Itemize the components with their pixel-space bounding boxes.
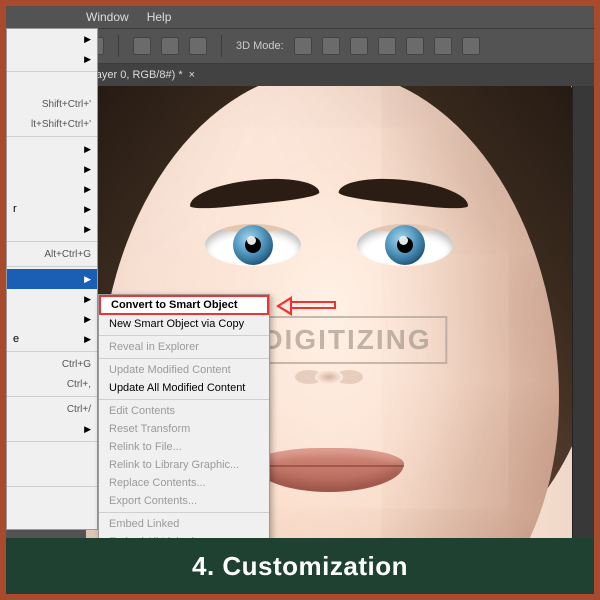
mode-icon-1[interactable] (294, 37, 312, 55)
menu-separator (7, 441, 97, 442)
menu-item[interactable]: Ctrl+/ (7, 399, 97, 419)
menu-embed-linked: Embed Linked (99, 515, 269, 533)
menu-item[interactable] (7, 74, 97, 94)
menu-separator (7, 71, 97, 72)
menu-item[interactable]: ▶ (7, 49, 97, 69)
menu-edit-contents: Edit Contents (99, 402, 269, 420)
menu-separator (99, 399, 269, 400)
menu-separator (99, 358, 269, 359)
menu-export-contents: Export Contents... (99, 492, 269, 510)
mode-icon-5[interactable] (406, 37, 424, 55)
menu-item[interactable] (7, 464, 97, 484)
menu-separator (7, 136, 97, 137)
opt-icon-3[interactable] (161, 37, 179, 55)
right-panel-strip[interactable] (572, 86, 594, 594)
menu-reveal-in-explorer: Reveal in Explorer (99, 338, 269, 356)
menu-item[interactable] (7, 489, 97, 509)
callout-arrow-icon (276, 296, 336, 316)
menu-replace-contents: Replace Contents... (99, 474, 269, 492)
menu-item[interactable]: ▶ (7, 29, 97, 49)
menu-separator (7, 486, 97, 487)
menu-separator (99, 512, 269, 513)
mode-icon-7[interactable] (462, 37, 480, 55)
menu-separator (99, 335, 269, 336)
document-tab[interactable]: (Layer 0, RGB/8#) * (86, 69, 183, 81)
menu-reset-transform: Reset Transform (99, 420, 269, 438)
menu-convert-to-smart-object[interactable]: Convert to Smart Object (99, 295, 269, 315)
menu-item[interactable]: Alt+Ctrl+G (7, 244, 97, 264)
step-caption: 4. Customization (6, 538, 594, 594)
menu-item[interactable]: Shift+Ctrl+' (7, 94, 97, 114)
menu-separator (7, 396, 97, 397)
menu-bar: Window Help (6, 6, 594, 28)
smart-object-submenu: Convert to Smart Object New Smart Object… (98, 294, 270, 570)
mode-icon-6[interactable] (434, 37, 452, 55)
mode-label: 3D Mode: (236, 40, 284, 52)
mode-icon-4[interactable] (378, 37, 396, 55)
watermark-text: DIGITIZING (262, 324, 431, 356)
menu-item[interactable]: Ctrl+G (7, 354, 97, 374)
menu-relink-to-file: Relink to File... (99, 438, 269, 456)
menu-item[interactable] (7, 444, 97, 464)
menu-update-modified-content: Update Modified Content (99, 361, 269, 379)
menu-item[interactable] (7, 509, 97, 529)
parent-menu: ▶ ▶ Shift+Ctrl+' lt+Shift+Ctrl+' ▶ ▶ ▶ r… (6, 28, 98, 530)
menu-separator (7, 241, 97, 242)
app-frame: Window Help 3D Mode: (Layer 0, RGB/8#) *… (6, 6, 594, 594)
opt-icon-2[interactable] (133, 37, 151, 55)
opt-icon-4[interactable] (189, 37, 207, 55)
menu-item[interactable]: e▶ (7, 329, 97, 349)
menu-item[interactable]: Ctrl+, (7, 374, 97, 394)
menu-item[interactable]: ▶ (7, 419, 97, 439)
menu-window[interactable]: Window (86, 10, 129, 24)
menu-item[interactable]: ▶ (7, 289, 97, 309)
menu-update-all-modified-content[interactable]: Update All Modified Content (99, 379, 269, 397)
menu-item[interactable]: lt+Shift+Ctrl+' (7, 114, 97, 134)
menu-item[interactable]: ▶ (7, 219, 97, 239)
menu-item[interactable]: ▶ (7, 159, 97, 179)
menu-separator (7, 266, 97, 267)
close-tab-icon[interactable]: × (189, 69, 195, 81)
menu-item[interactable]: ▶ (7, 179, 97, 199)
menu-new-smart-object-via-copy[interactable]: New Smart Object via Copy (99, 315, 269, 333)
menu-item[interactable]: r▶ (7, 199, 97, 219)
menu-help[interactable]: Help (147, 10, 172, 24)
opt-separator-2 (221, 35, 222, 57)
menu-item-smart-objects[interactable]: ▶ (7, 269, 97, 289)
mode-icon-3[interactable] (350, 37, 368, 55)
mode-icon-2[interactable] (322, 37, 340, 55)
opt-separator (118, 35, 119, 57)
menu-relink-to-library-graphic: Relink to Library Graphic... (99, 456, 269, 474)
menu-separator (7, 351, 97, 352)
menu-item[interactable]: ▶ (7, 139, 97, 159)
menu-item[interactable]: ▶ (7, 309, 97, 329)
